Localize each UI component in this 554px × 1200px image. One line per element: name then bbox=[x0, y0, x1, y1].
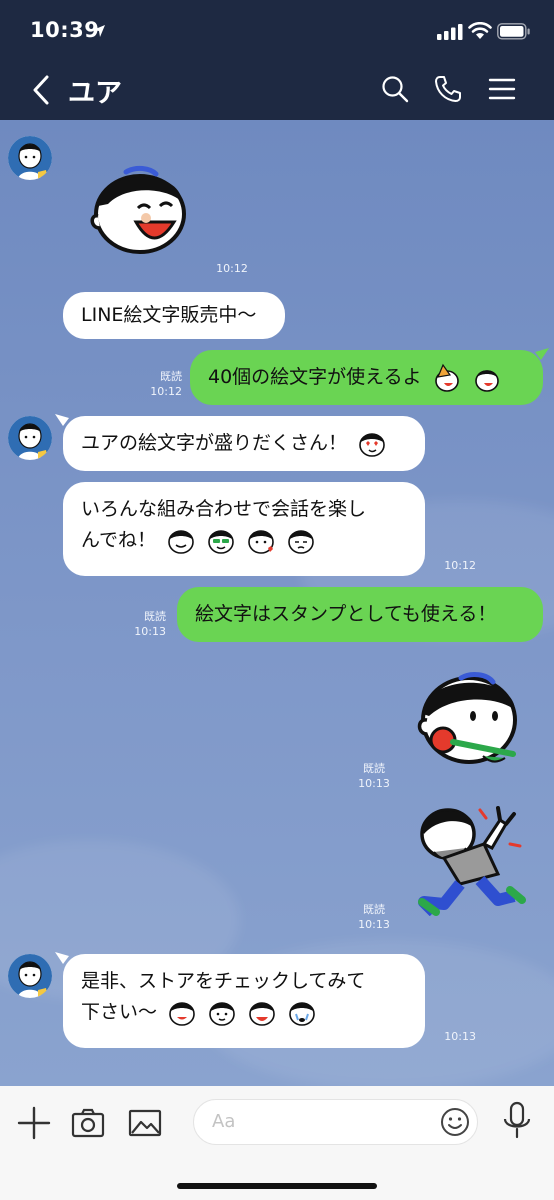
read-receipt: 既読 bbox=[160, 370, 182, 383]
mic-icon[interactable] bbox=[500, 1101, 534, 1141]
message-text-line2: んでね！ bbox=[81, 529, 157, 551]
read-receipt: 既読 bbox=[144, 610, 166, 623]
menu-icon[interactable] bbox=[487, 74, 517, 104]
input-bar: Aa bbox=[0, 1086, 554, 1200]
crying-emoji-icon bbox=[289, 1001, 316, 1026]
incoming-message[interactable]: 是非、ストアをチェックしてみて 下さい〜 bbox=[63, 954, 425, 1048]
wifi-icon bbox=[468, 22, 492, 39]
message-time: 10:13 bbox=[134, 625, 166, 638]
avatar[interactable] bbox=[8, 954, 52, 998]
home-indicator bbox=[177, 1183, 377, 1189]
back-icon[interactable] bbox=[30, 74, 52, 106]
phone-icon[interactable] bbox=[433, 74, 463, 104]
battery-icon bbox=[497, 23, 530, 40]
location-arrow-icon bbox=[93, 25, 105, 37]
sunglasses-emoji-icon bbox=[208, 529, 234, 554]
image-icon[interactable] bbox=[128, 1106, 162, 1140]
rose-face-sticker[interactable] bbox=[413, 670, 523, 772]
heart-eyes-emoji-icon bbox=[359, 432, 385, 457]
message-text-line1: いろんな組み合わせで会話を楽し bbox=[81, 498, 367, 520]
avatar[interactable] bbox=[8, 136, 52, 180]
message-time: 10:13 bbox=[358, 918, 390, 931]
message-text: 40個の絵文字が使えるよ bbox=[208, 366, 422, 388]
message-text-line1: 是非、ストアをチェックしてみて bbox=[81, 970, 366, 992]
message-time: 10:13 bbox=[358, 777, 390, 790]
laughing-face-sticker[interactable] bbox=[88, 162, 188, 254]
face-emoji-icon bbox=[168, 529, 194, 554]
message-text: ユアの絵文字が盛りだくさん！ bbox=[81, 432, 348, 454]
incoming-message[interactable]: LINE絵文字販売中〜 bbox=[63, 292, 285, 339]
smiley-icon[interactable] bbox=[439, 1106, 471, 1138]
kiss-emoji-icon bbox=[248, 529, 275, 554]
thinking-emoji-icon bbox=[288, 529, 315, 554]
message-time: 10:12 bbox=[444, 559, 476, 572]
signal-icon bbox=[437, 24, 463, 40]
status-time: 10:39 bbox=[30, 18, 100, 42]
incoming-message[interactable]: ユアの絵文字が盛りだくさん！ bbox=[63, 416, 425, 471]
bubble-tail bbox=[535, 348, 549, 360]
peace-sign-sticker[interactable] bbox=[414, 804, 526, 916]
party-face-emoji-icon bbox=[474, 369, 499, 392]
chat-area[interactable]: 10:12 LINE絵文字販売中〜 既読 10:12 40個の絵文字が使えるよ bbox=[0, 120, 554, 1086]
face-emoji-icon bbox=[169, 1001, 195, 1026]
message-time: 10:13 bbox=[444, 1030, 476, 1043]
search-icon[interactable] bbox=[380, 74, 410, 104]
laughing-emoji-icon bbox=[249, 1001, 275, 1026]
outgoing-message[interactable]: 40個の絵文字が使えるよ bbox=[190, 350, 543, 405]
message-time: 10:12 bbox=[150, 385, 182, 398]
message-time: 10:12 bbox=[216, 262, 248, 275]
incoming-message[interactable]: いろんな組み合わせで会話を楽し んでね！ bbox=[63, 482, 425, 576]
chat-header: ユア bbox=[0, 62, 554, 120]
message-text: LINE絵文字販売中〜 bbox=[81, 304, 257, 326]
top-bar: 10:39 ユア bbox=[0, 0, 554, 120]
camera-icon[interactable] bbox=[71, 1106, 105, 1140]
face-emoji-icon bbox=[209, 1001, 235, 1026]
party-face-emoji-icon bbox=[434, 363, 459, 392]
message-text-line2: 下さい〜 bbox=[81, 1001, 158, 1023]
message-text: 絵文字はスタンプとしても使える！ bbox=[195, 603, 497, 625]
outgoing-message[interactable]: 絵文字はスタンプとしても使える！ bbox=[177, 587, 543, 642]
plus-icon[interactable] bbox=[17, 1106, 51, 1140]
status-bar: 10:39 bbox=[0, 0, 554, 62]
message-input[interactable]: Aa bbox=[193, 1099, 478, 1145]
avatar[interactable] bbox=[8, 416, 52, 460]
message-input-placeholder: Aa bbox=[212, 1111, 236, 1132]
read-receipt: 既読 bbox=[363, 762, 385, 775]
read-receipt: 既読 bbox=[363, 903, 385, 916]
chat-title: ユア bbox=[68, 78, 122, 109]
